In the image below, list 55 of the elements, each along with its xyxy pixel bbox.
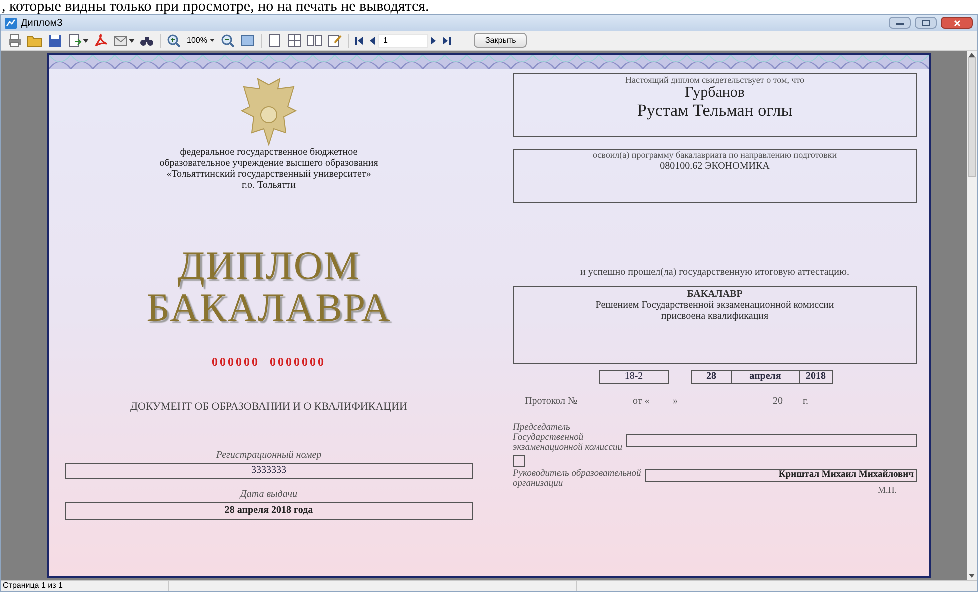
protocol-label: Протокол № bbox=[525, 395, 579, 409]
close-button[interactable]: Закрыть bbox=[474, 33, 528, 48]
organization-text: образовательное учреждение высшего образования bbox=[160, 158, 378, 169]
head-label: Руководитель образовательной bbox=[513, 469, 642, 479]
chair-label: экзаменационной комиссии bbox=[513, 443, 622, 453]
registration-field: 3333333 bbox=[65, 462, 473, 478]
attestation-text: и успешно прошел(ла) государственную итоговую аттестацию. bbox=[579, 266, 851, 280]
protocol-number-field: 18-2 bbox=[599, 370, 669, 384]
issue-date-field: 28 апреля 2018 года bbox=[65, 502, 473, 520]
maximize-icon bbox=[922, 20, 930, 26]
given-name-text: Рустам Тельман оглы bbox=[637, 101, 793, 121]
document-type: ДОКУМЕНТ ОБ ОБРАЗОВАНИИ И О КВАЛИФИКАЦИИ bbox=[130, 400, 408, 415]
year-suffix-text: г. bbox=[803, 395, 808, 409]
minimize-button[interactable] bbox=[889, 17, 911, 29]
scrollbar-thumb[interactable] bbox=[968, 57, 976, 177]
status-text: Страница 1 из 1 bbox=[1, 581, 169, 591]
scroll-down-icon[interactable] bbox=[969, 574, 975, 578]
program-text: 080100.62 ЭКОНОМИКА bbox=[660, 161, 770, 172]
book-icon[interactable] bbox=[305, 32, 326, 48]
maximize-button[interactable] bbox=[915, 17, 937, 29]
minimize-icon bbox=[896, 22, 904, 24]
century-text: 20 bbox=[773, 395, 784, 409]
organization-text: «Тольяттинский государственный университет» bbox=[166, 169, 372, 180]
month-text: апреля bbox=[732, 371, 800, 383]
chair-label: Государственной bbox=[513, 433, 585, 443]
organization-text: федеральное государственное бюджетное bbox=[180, 147, 358, 158]
window-title: Диплом3 bbox=[21, 16, 63, 30]
head-name-field: Криштал Михаил Михайлович bbox=[645, 469, 917, 482]
window-close-button[interactable] bbox=[941, 17, 973, 29]
intro-text: Настоящий диплом свидетельствует о том, что bbox=[625, 75, 805, 85]
diploma-title: БАКАЛАВРА bbox=[146, 287, 392, 329]
organization-text: г.о. Тольятти bbox=[242, 180, 296, 191]
date-quote-text: » bbox=[673, 395, 679, 409]
head-label: организации bbox=[513, 479, 564, 489]
close-icon bbox=[954, 20, 960, 26]
registration-label: Регистрационный номер bbox=[216, 448, 322, 462]
date-prefix-text: от « bbox=[633, 395, 651, 409]
qualification-text: присвоена квалификация bbox=[661, 311, 769, 322]
header-text: , которые видны только при просмотре, но на печать не выводятся. bbox=[1, 0, 430, 14]
year-text: 2018 bbox=[805, 371, 827, 383]
stamp-text: М.П. bbox=[878, 484, 897, 497]
surname-text: Гурбанов bbox=[685, 85, 745, 101]
chair-label: Председатель bbox=[513, 423, 572, 433]
day-text: 28 bbox=[692, 371, 732, 383]
serial-number: 000000 0000000 bbox=[212, 354, 326, 371]
page-number-field[interactable]: 1 bbox=[378, 34, 428, 48]
program-label: освоил(а) программу бакалавриата по направлению подготовки bbox=[592, 150, 838, 161]
issue-date-label: Дата выдачи bbox=[240, 488, 298, 502]
caret-icon bbox=[210, 39, 216, 42]
zoom-dropdown[interactable]: 100% bbox=[184, 34, 218, 46]
qualification-text: БАКАЛАВР bbox=[687, 289, 743, 300]
app-icon bbox=[5, 18, 17, 28]
stamp-box bbox=[513, 455, 525, 467]
qualification-text: Решением Государственной экзаменационной комиссии bbox=[596, 300, 834, 311]
diploma-title: ДИПЛОМ bbox=[178, 245, 360, 287]
